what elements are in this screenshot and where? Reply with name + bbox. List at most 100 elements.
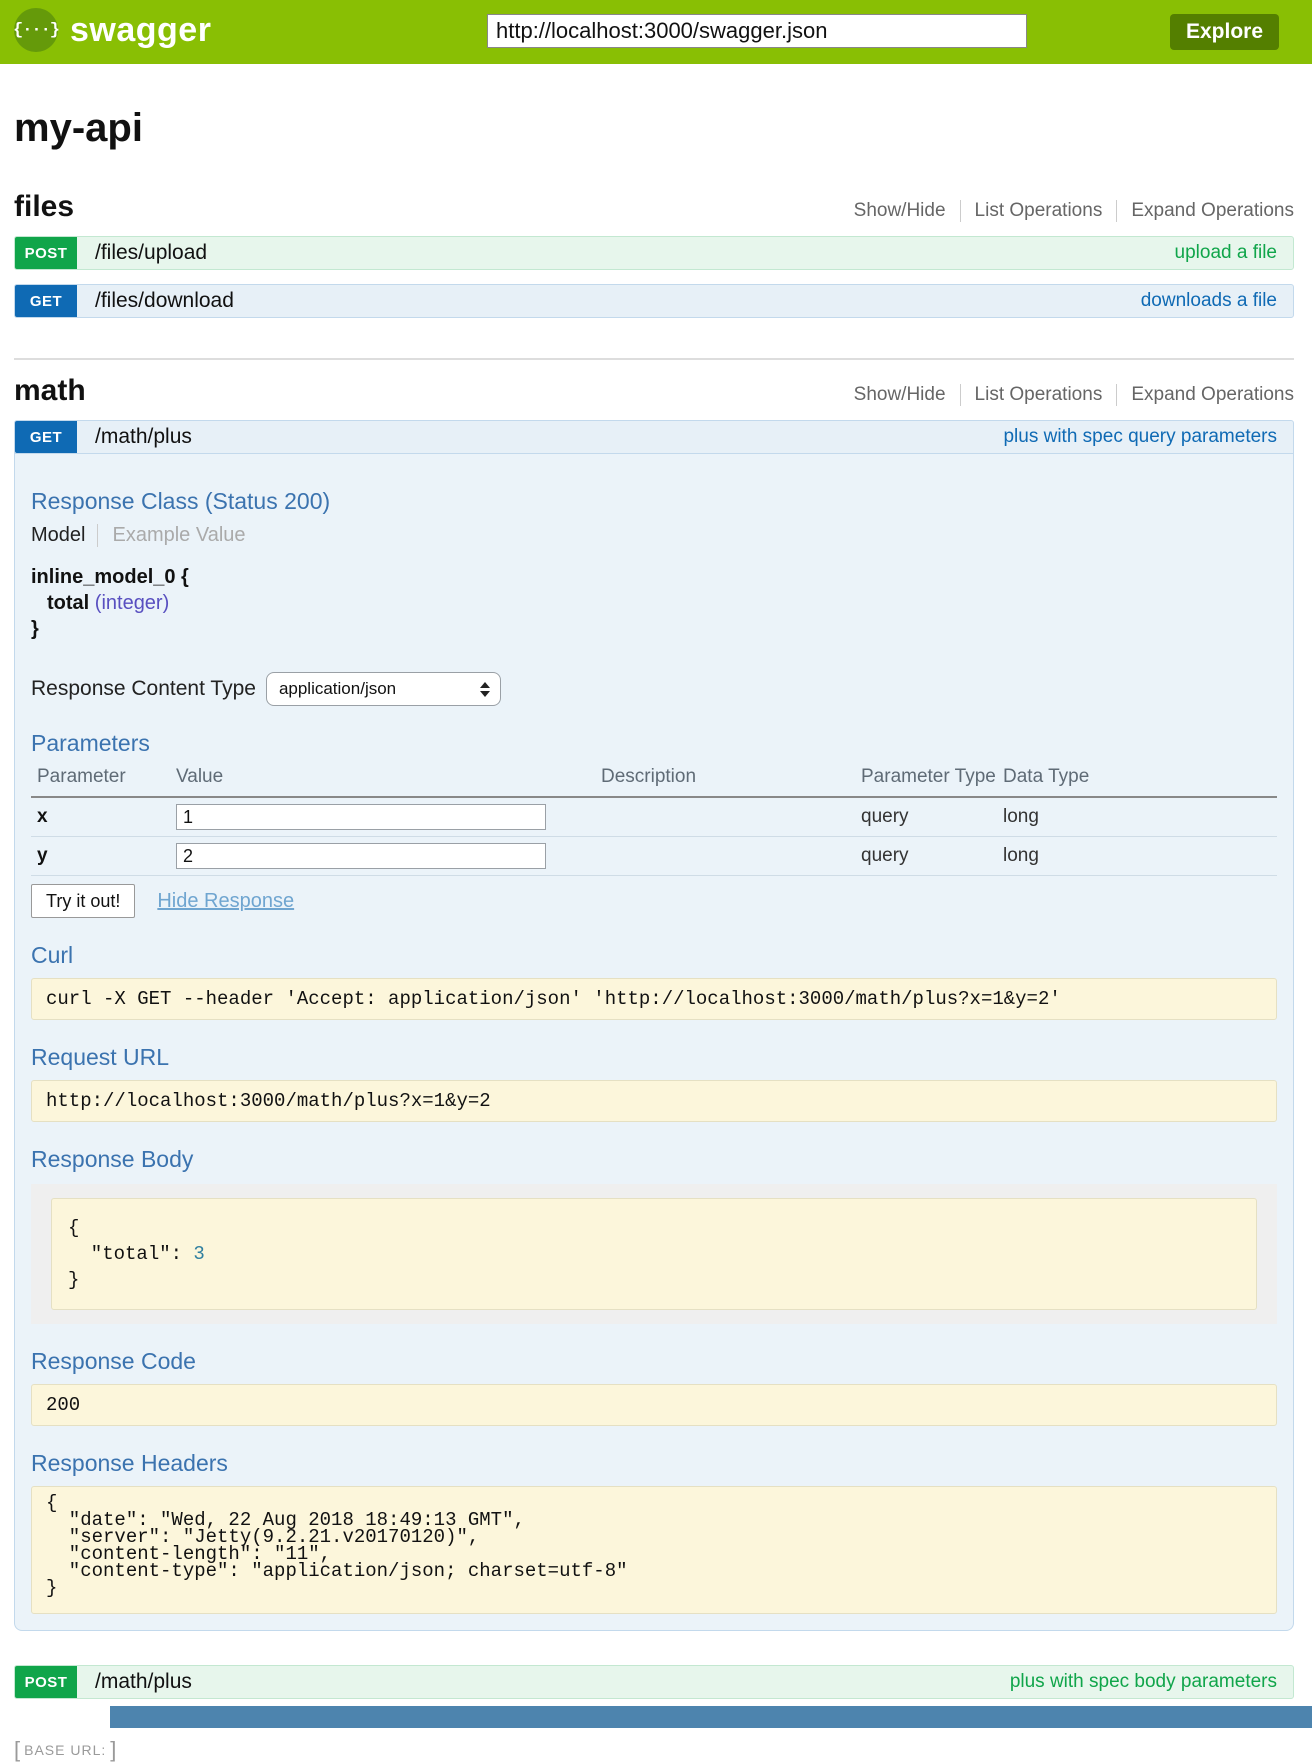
model-signature: inline_model_0 { total (integer) }	[31, 564, 1277, 642]
parameter-data-type: long	[1003, 837, 1277, 876]
response-headers-line: "content-type": "application/json; chars…	[46, 1563, 1262, 1580]
section-math: math Show/Hide List Operations Expand Op…	[14, 374, 1294, 1699]
request-url-heading: Request URL	[31, 1044, 1277, 1070]
parameter-y-input[interactable]	[176, 843, 546, 869]
base-url-label: BASE URL:	[24, 1742, 106, 1758]
curl-command-box: curl -X GET --header 'Accept: applicatio…	[31, 978, 1277, 1020]
method-badge-post: POST	[15, 1666, 77, 1698]
operation-row-get-math-plus[interactable]: GET /math/plus plus with spec query para…	[14, 420, 1294, 454]
brand-title: swagger	[70, 11, 211, 50]
json-total-line: "total": 3	[68, 1241, 1240, 1267]
operation-row-get-files-download[interactable]: GET /files/download downloads a file	[14, 284, 1294, 318]
chevron-updown-icon	[480, 682, 490, 697]
operation-path-link[interactable]: /math/plus	[95, 1666, 192, 1698]
response-content-type-select[interactable]: application/json	[266, 672, 501, 706]
parameter-type: query	[861, 797, 1003, 837]
expand-operations-link[interactable]: Expand Operations	[1131, 200, 1294, 222]
operation-summary-link[interactable]: plus with spec query parameters	[1003, 421, 1277, 453]
show-hide-link[interactable]: Show/Hide	[854, 200, 946, 222]
parameter-data-type: long	[1003, 797, 1277, 837]
response-class-heading: Response Class (Status 200)	[31, 488, 1277, 514]
tab-model[interactable]: Model	[31, 524, 97, 547]
method-badge-get: GET	[15, 285, 77, 317]
response-code-heading: Response Code	[31, 1348, 1277, 1374]
row-spacer	[207, 237, 1174, 269]
page-title: my-api	[14, 106, 1294, 150]
response-headers-line: }	[46, 1580, 1262, 1597]
json-total-value: 3	[193, 1243, 204, 1265]
method-badge-post: POST	[15, 237, 77, 269]
operation-summary-link[interactable]: upload a file	[1175, 237, 1277, 269]
curl-heading: Curl	[31, 942, 1277, 968]
model-open-line: inline_model_0 {	[31, 564, 1277, 590]
row-spacer	[234, 285, 1141, 317]
hide-response-link[interactable]: Hide Response	[157, 890, 294, 913]
base-url-open-bracket: [	[14, 1737, 20, 1763]
try-it-out-button[interactable]: Try it out!	[31, 884, 135, 918]
model-property-name: total	[47, 592, 89, 614]
response-body-box: { "total": 3 }	[51, 1198, 1257, 1310]
row-spacer	[192, 421, 1004, 453]
model-property: total (integer)	[31, 590, 1277, 616]
parameter-row-y: y query long	[31, 837, 1277, 876]
col-parameter: Parameter	[31, 760, 176, 797]
operation-summary-link[interactable]: downloads a file	[1141, 285, 1277, 317]
app-header: {···} swagger Explore	[0, 0, 1312, 64]
model-close-line: }	[31, 616, 1277, 642]
json-close: }	[68, 1267, 1240, 1293]
parameter-description	[601, 837, 861, 876]
section-files-links: Show/Hide List Operations Expand Operati…	[854, 200, 1294, 224]
api-url-input[interactable]	[487, 14, 1027, 48]
section-files-title: files	[14, 190, 74, 224]
section-math-links: Show/Hide List Operations Expand Operati…	[854, 384, 1294, 408]
response-headers-heading: Response Headers	[31, 1450, 1277, 1476]
response-code-value: 200	[46, 1394, 80, 1416]
operation-path-link[interactable]: /files/upload	[95, 237, 207, 269]
response-code-box: 200	[31, 1384, 1277, 1426]
model-tabs: Model Example Value	[31, 520, 1277, 550]
parameter-x-input[interactable]	[176, 804, 546, 830]
operation-detail-panel: Response Class (Status 200) Model Exampl…	[14, 454, 1294, 1631]
list-operations-link[interactable]: List Operations	[975, 384, 1103, 406]
operation-path-link[interactable]: /math/plus	[95, 421, 192, 453]
parameters-header-row: Parameter Value Description Parameter Ty…	[31, 760, 1277, 797]
base-url-close-bracket: ]	[110, 1737, 116, 1763]
section-divider	[14, 358, 1294, 360]
operation-row-post-files-upload[interactable]: POST /files/upload upload a file	[14, 236, 1294, 270]
parameter-type: query	[861, 837, 1003, 876]
response-body-heading: Response Body	[31, 1146, 1277, 1172]
parameters-table: Parameter Value Description Parameter Ty…	[31, 760, 1277, 876]
list-operations-link[interactable]: List Operations	[975, 200, 1103, 222]
swagger-logo-link[interactable]: {···} swagger	[14, 8, 211, 52]
parameter-name: x	[31, 797, 176, 837]
request-url-value: http://localhost:3000/math/plus?x=1&y=2	[46, 1090, 491, 1112]
show-hide-link[interactable]: Show/Hide	[854, 384, 946, 406]
explore-button[interactable]: Explore	[1170, 14, 1279, 50]
parameters-heading: Parameters	[31, 730, 1277, 756]
content-wrap: my-api files Show/Hide List Operations E…	[14, 106, 1294, 1763]
link-separator	[960, 200, 961, 222]
operation-path-link[interactable]: /files/download	[95, 285, 234, 317]
section-files: files Show/Hide List Operations Expand O…	[14, 190, 1294, 318]
col-data-type: Data Type	[1003, 760, 1277, 797]
model-property-type: (integer)	[95, 592, 169, 614]
base-url-footer: [ BASE URL: ]	[14, 1737, 1294, 1763]
response-headers-box: { "date": "Wed, 22 Aug 2018 18:49:13 GMT…	[31, 1486, 1277, 1614]
response-content-type-row: Response Content Type application/json	[31, 672, 1277, 706]
link-separator	[1116, 384, 1117, 406]
parameter-name: y	[31, 837, 176, 876]
response-content-type-value: application/json	[279, 679, 396, 699]
link-separator	[1116, 200, 1117, 222]
method-badge-get: GET	[15, 421, 77, 453]
col-parameter-type: Parameter Type	[861, 760, 1003, 797]
operation-row-post-math-plus[interactable]: POST /math/plus plus with spec body para…	[14, 1665, 1294, 1699]
expand-operations-link[interactable]: Expand Operations	[1131, 384, 1294, 406]
response-content-type-label: Response Content Type	[31, 677, 256, 701]
request-url-box: http://localhost:3000/math/plus?x=1&y=2	[31, 1080, 1277, 1122]
parameter-description	[601, 797, 861, 837]
link-separator	[960, 384, 961, 406]
col-description: Description	[601, 760, 861, 797]
operation-summary-link[interactable]: plus with spec body parameters	[1010, 1666, 1277, 1698]
tab-example-value[interactable]: Example Value	[97, 524, 245, 547]
section-math-title: math	[14, 374, 86, 408]
